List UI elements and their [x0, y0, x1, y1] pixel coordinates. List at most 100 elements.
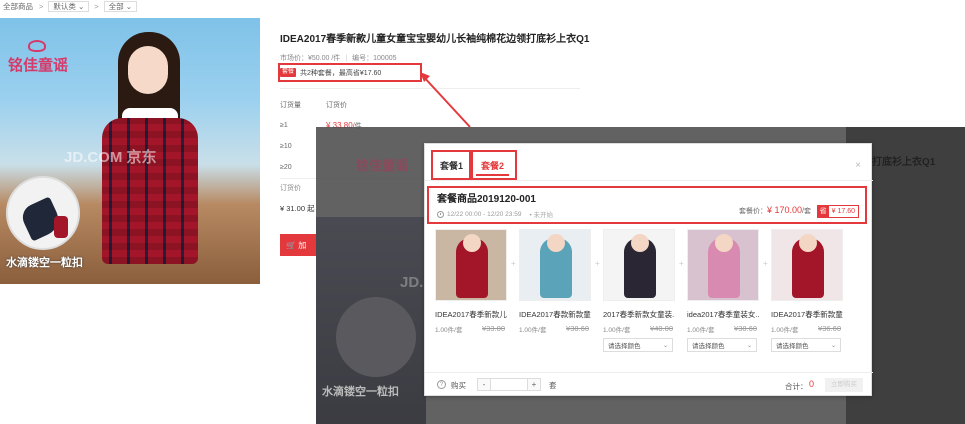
bundle-modal: 套餐1 套餐2 × 套餐商品2019120-001 12/22 00:00 - …	[424, 143, 873, 397]
buy-label: 购买	[451, 381, 466, 390]
breadcrumb: 全部商品 > 默认类 ⌄ > 全部 ⌄	[0, 0, 139, 12]
bow-icon	[28, 40, 46, 52]
divider	[425, 180, 873, 181]
help-icon[interactable]: ?	[437, 380, 446, 389]
bundle-item[interactable]: IDEA2017春季新款儿... 1.00件/套 ¥33.80	[435, 229, 507, 334]
chevron-down-icon: ⌄	[662, 342, 668, 349]
close-icon[interactable]: ×	[855, 160, 861, 171]
sort-dropdown[interactable]: 默认类 ⌄	[48, 0, 90, 12]
add-to-cart-label: 加	[298, 240, 307, 250]
brand-name: 铭佳童谣	[8, 57, 69, 74]
item-qty: 1.00件/套	[519, 327, 547, 334]
highlight-box-tab-2	[471, 150, 517, 180]
modal-footer: ? 购买 - + 套 合计： 0 立即购买	[425, 372, 873, 397]
code-label: 编号：	[352, 55, 374, 62]
quantity-input[interactable]	[490, 379, 528, 390]
price-header: 订货价	[326, 101, 347, 109]
add-to-cart-button[interactable]: 🛒 加	[280, 234, 320, 256]
page: 全部商品 > 默认类 ⌄ > 全部 ⌄ 铭佳童谣 JD.COM 京东 水滴镂空一…	[0, 0, 965, 424]
total-label: 合计：	[785, 382, 808, 391]
highlight-box-bundle	[427, 186, 867, 224]
plus-icon: +	[595, 259, 600, 268]
item-qty-row: 1.00件/套 ¥38.60	[519, 324, 591, 334]
item-thumbnail[interactable]	[771, 229, 843, 301]
item-thumbnail[interactable]	[687, 229, 759, 301]
breadcrumb-separator: >	[94, 1, 99, 11]
qty-header: 订货量	[280, 101, 301, 109]
item-thumbnail[interactable]	[519, 229, 591, 301]
color-select-label: 请选择颜色	[776, 343, 809, 350]
item-original-price: ¥38.60	[566, 324, 589, 333]
plus-icon: +	[763, 259, 768, 268]
bundle-item[interactable]: 2017春季新款女童装... 1.00件/套 ¥40.00 请选择颜色 ⌄	[603, 229, 675, 352]
item-original-price: ¥40.00	[650, 324, 673, 333]
zoom-circle-dimmed	[336, 297, 416, 377]
item-thumbnail[interactable]	[435, 229, 507, 301]
item-qty: 1.00件/套	[435, 327, 463, 334]
buy-now-button[interactable]: 立即购买	[825, 378, 863, 392]
item-original-price: ¥36.60	[818, 324, 841, 333]
brand-name-dimmed: 铭佳童谣	[356, 158, 409, 173]
cart-icon: 🛒	[286, 240, 296, 250]
filter-dropdown[interactable]: 全部 ⌄	[103, 0, 138, 12]
highlight-box-promo	[278, 63, 422, 82]
item-name[interactable]: IDEA2017春款新款童...	[519, 309, 591, 320]
button-detail-zoom	[6, 176, 80, 250]
meta-separator: |	[345, 55, 348, 62]
product-meta: 市场价：¥50.00 /件 | 编号：100005	[280, 53, 397, 63]
item-original-price: ¥38.60	[734, 324, 757, 333]
color-select[interactable]: 请选择颜色 ⌄	[687, 338, 757, 352]
item-name[interactable]: IDEA2017春季新款童...	[771, 309, 843, 320]
sort-dropdown-label: 默认类	[53, 1, 76, 11]
product-title-dimmed: 打底衫上衣Q1	[872, 157, 936, 168]
total-value: 0	[809, 379, 815, 389]
item-qty: 1.00件/套	[603, 327, 631, 334]
plus-icon: +	[511, 259, 516, 268]
chevron-down-icon: ⌄	[746, 342, 752, 349]
color-select[interactable]: 请选择颜色 ⌄	[603, 338, 673, 352]
color-select[interactable]: 请选择颜色 ⌄	[771, 338, 841, 352]
chevron-down-icon: ⌄	[830, 342, 836, 349]
product-title: IDEA2017春季新款儿童女童宝宝婴幼儿长袖纯棉花边领打底衫上衣Q1	[280, 34, 590, 45]
quantity-stepper: - +	[477, 378, 541, 391]
item-name[interactable]: idea2017春季童装女...	[687, 309, 759, 320]
order-price: ¥ 31.00 起	[280, 204, 315, 213]
order-price-label: 订货价	[280, 185, 301, 192]
bundle-item[interactable]: IDEA2017春季新款童... 1.00件/套 ¥36.60 请选择颜色 ⌄	[771, 229, 843, 352]
breadcrumb-separator: >	[39, 1, 44, 11]
divider	[280, 88, 580, 89]
item-qty-row: 1.00件/套 ¥40.00	[603, 324, 675, 334]
item-qty: 1.00件/套	[687, 327, 715, 334]
item-thumbnail[interactable]	[603, 229, 675, 301]
item-original-price: ¥33.80	[482, 324, 505, 333]
decrement-button[interactable]: -	[478, 379, 490, 390]
color-select-label: 请选择颜色	[692, 343, 725, 350]
item-qty: 1.00件/套	[771, 327, 799, 334]
brand-logo: 铭佳童谣	[8, 40, 68, 74]
plus-icon: +	[679, 259, 684, 268]
filter-dropdown-label: 全部	[108, 1, 124, 11]
product-code: 100005	[373, 55, 397, 62]
bundle-item[interactable]: idea2017春季童装女... 1.00件/套 ¥38.60 请选择颜色 ⌄	[687, 229, 759, 352]
highlight-box-tab-1	[431, 150, 471, 180]
watermark: JD.COM 京东	[64, 149, 157, 166]
breadcrumb-root[interactable]: 全部商品	[0, 1, 36, 12]
market-price-label: 市场价：	[280, 55, 308, 62]
chevron-down-icon: ⌄	[77, 1, 85, 11]
item-name[interactable]: IDEA2017春季新款儿...	[435, 309, 507, 320]
bundle-item[interactable]: IDEA2017春款新款童... 1.00件/套 ¥38.60	[519, 229, 591, 334]
bundle-items: IDEA2017春季新款儿... 1.00件/套 ¥33.80 + IDEA2017春款…	[435, 229, 865, 359]
product-main-image: 铭佳童谣 JD.COM 京东 水滴镂空一粒扣	[0, 18, 260, 284]
market-price: ¥50.00 /件	[308, 55, 341, 62]
increment-button[interactable]: +	[528, 379, 540, 390]
item-name[interactable]: 2017春季新款女童装...	[603, 309, 675, 320]
quantity-unit: 套	[549, 381, 557, 390]
image-caption-dimmed: 水滴镂空一粒扣	[322, 386, 399, 398]
chevron-down-icon: ⌄	[125, 1, 133, 11]
color-select-label: 请选择颜色	[608, 343, 641, 350]
image-caption: 水滴镂空一粒扣	[6, 257, 83, 269]
item-qty-row: 1.00件/套 ¥38.60	[687, 324, 759, 334]
item-qty-row: 1.00件/套 ¥33.80	[435, 324, 507, 334]
item-qty-row: 1.00件/套 ¥36.60	[771, 324, 843, 334]
tier-header-row: 订货量 订货价	[280, 94, 580, 115]
